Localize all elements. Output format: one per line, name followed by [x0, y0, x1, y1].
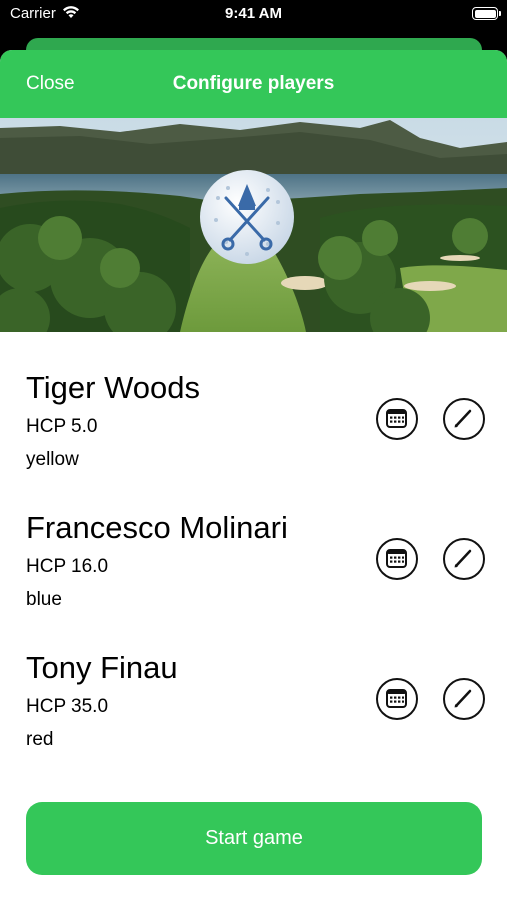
status-time: 9:41 AM	[225, 5, 282, 22]
battery-icon	[472, 7, 498, 20]
calendar-icon	[386, 409, 407, 428]
edit-player-button[interactable]	[443, 538, 485, 580]
edit-player-button[interactable]	[443, 398, 485, 440]
pencil-icon	[454, 689, 472, 708]
nav-bar: Close Configure players	[0, 50, 507, 118]
player-name: Francesco Molinari	[26, 510, 288, 545]
player-handicap: HCP 35.0	[26, 696, 109, 717]
player-row: Francesco Molinari HCP 16.0 blue	[0, 510, 507, 630]
player-tee-color: red	[26, 729, 54, 750]
player-tee-color: blue	[26, 589, 62, 610]
page-title: Configure players	[172, 73, 335, 94]
start-game-button[interactable]: Start game	[26, 802, 482, 875]
edit-player-button[interactable]	[443, 678, 485, 720]
calendar-icon	[386, 689, 407, 708]
player-tee-color: yellow	[26, 449, 79, 470]
player-handicap: HCP 5.0	[26, 416, 98, 437]
player-name: Tony Finau	[26, 650, 178, 685]
pencil-icon	[454, 409, 472, 428]
course-logo-icon	[200, 170, 294, 264]
calendar-icon	[386, 549, 407, 568]
pencil-icon	[454, 549, 472, 568]
player-row: Tiger Woods HCP 5.0 yellow	[0, 370, 507, 490]
configure-players-sheet: Close Configure players Tiger Woods HCP …	[0, 50, 507, 900]
calendar-button[interactable]	[376, 398, 418, 440]
status-bar: Carrier 9:41 AM	[0, 0, 507, 30]
player-row: Tony Finau HCP 35.0 red	[0, 650, 507, 770]
battery-nub	[499, 11, 501, 16]
player-name: Tiger Woods	[26, 370, 201, 405]
player-handicap: HCP 16.0	[26, 556, 109, 577]
calendar-button[interactable]	[376, 538, 418, 580]
calendar-button[interactable]	[376, 678, 418, 720]
